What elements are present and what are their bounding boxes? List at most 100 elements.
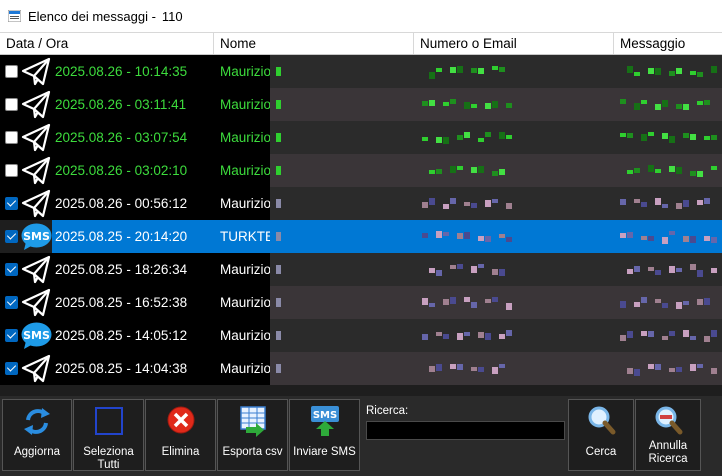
redacted-pixel xyxy=(697,171,703,177)
column-header-date[interactable]: Data / Ora xyxy=(0,33,214,54)
redacted-pixel xyxy=(655,364,661,370)
table-row[interactable]: 2025.08.25 - 14:04:38 Maurizio xyxy=(0,352,722,385)
redacted-pixel xyxy=(683,301,689,305)
redacted-pixel xyxy=(492,101,498,108)
redacted-pixel xyxy=(276,199,281,208)
redacted-pixel xyxy=(478,166,484,173)
redacted-pixel xyxy=(457,333,463,340)
redacted-pixel xyxy=(478,332,484,338)
redacted-pixel xyxy=(655,299,661,303)
table-row[interactable]: 2025.08.25 - 16:52:38 Maurizio xyxy=(0,286,722,319)
row-checkbox[interactable] xyxy=(5,362,18,375)
export-csv-label: Esporta csv xyxy=(222,446,283,458)
column-header-number[interactable]: Numero o Email xyxy=(414,33,614,54)
redacted-pixel xyxy=(683,200,689,207)
row-checkbox[interactable] xyxy=(5,329,18,342)
column-header-message[interactable]: Messaggio xyxy=(614,33,722,54)
redacted-pixel xyxy=(620,301,626,308)
redacted-pixel xyxy=(499,364,505,368)
redacted-pixel xyxy=(499,334,505,339)
row-name: Maurizio xyxy=(220,262,270,277)
table-row[interactable]: 2025.08.26 - 00:56:12 Maurizio xyxy=(0,187,722,220)
redacted-pixel xyxy=(478,367,484,372)
row-checkbox[interactable] xyxy=(5,164,18,177)
redacted-pixel xyxy=(634,266,640,272)
refresh-button[interactable]: Aggiorna xyxy=(2,399,72,471)
export-csv-button[interactable]: Esporta csv xyxy=(217,399,288,471)
telegram-icon xyxy=(21,189,51,218)
redacted-pixel xyxy=(641,134,647,141)
redacted-pixel xyxy=(648,68,654,74)
redacted-pixel xyxy=(276,298,281,307)
redacted-pixel xyxy=(627,269,633,274)
redacted-pixel xyxy=(436,169,442,174)
select-all-label: Seleziona Tutti xyxy=(83,446,134,471)
redacted-pixel xyxy=(499,269,505,276)
table-row[interactable]: SMS 2025.08.25 - 14:05:12 Maurizio xyxy=(0,319,722,352)
redacted-pixel xyxy=(683,330,689,337)
redacted-pixel xyxy=(676,367,682,372)
redacted-pixel xyxy=(620,233,626,238)
redacted-pixel xyxy=(690,134,696,140)
row-checkbox[interactable] xyxy=(5,263,18,276)
table-row[interactable]: SMS 2025.08.25 - 20:14:20 TURKTE xyxy=(0,220,722,253)
svg-text:SMS: SMS xyxy=(23,230,50,243)
redacted-pixel xyxy=(492,269,498,275)
row-checkbox[interactable] xyxy=(5,65,18,78)
redacted-pixel xyxy=(620,99,626,104)
row-checkbox[interactable] xyxy=(5,296,18,309)
redacted-pixel xyxy=(436,364,442,371)
table-row[interactable]: 2025.08.26 - 10:14:35 Maurizio xyxy=(0,55,722,88)
redacted-pixel xyxy=(634,302,640,307)
redacted-pixel xyxy=(641,331,647,336)
redacted-pixel xyxy=(704,136,710,140)
column-header-name[interactable]: Nome xyxy=(214,33,414,54)
redacted-pixel xyxy=(676,104,682,109)
row-name: Maurizio xyxy=(220,328,270,343)
cancel-search-button[interactable]: Annulla Ricerca xyxy=(635,399,701,471)
redacted-pixel xyxy=(464,202,470,206)
redacted-pixel xyxy=(499,169,505,175)
redacted-pixel xyxy=(429,198,435,205)
table-row[interactable]: 2025.08.26 - 03:11:41 Maurizio xyxy=(0,88,722,121)
redacted-pixel xyxy=(648,331,654,337)
redacted-pixel xyxy=(711,268,717,273)
redacted-pixel xyxy=(690,264,696,270)
row-right-cell xyxy=(270,319,722,352)
cancel-search-label-1: Annulla xyxy=(648,440,688,452)
magnifier-cancel-icon xyxy=(655,406,683,435)
table-row[interactable]: 2025.08.26 - 03:07:54 Maurizio xyxy=(0,121,722,154)
table-row[interactable]: 2025.08.26 - 03:02:10 Maurizio xyxy=(0,154,722,187)
search-input[interactable] xyxy=(366,421,565,440)
redacted-pixel xyxy=(655,104,661,110)
row-checkbox[interactable] xyxy=(5,131,18,144)
redacted-pixel xyxy=(422,202,428,208)
redacted-pixel xyxy=(690,171,696,176)
table-row[interactable]: 2025.08.25 - 18:26:34 Maurizio xyxy=(0,253,722,286)
redacted-pixel xyxy=(450,99,456,104)
redacted-pixel xyxy=(655,68,661,75)
search-button[interactable]: Cerca xyxy=(568,399,634,471)
message-list[interactable]: 2025.08.26 - 10:14:35 Maurizio 2025.08.26 … xyxy=(0,55,722,395)
send-sms-button[interactable]: SMS Inviare SMS xyxy=(289,399,360,471)
delete-button[interactable]: Elimina xyxy=(145,399,216,471)
redacted-pixel xyxy=(676,302,682,309)
row-checkbox[interactable] xyxy=(5,197,18,210)
row-checkbox[interactable] xyxy=(5,230,18,243)
row-checkbox[interactable] xyxy=(5,98,18,111)
redacted-pixel xyxy=(471,203,477,208)
redacted-pixel xyxy=(506,237,512,242)
redacted-pixel xyxy=(499,234,505,238)
select-all-button[interactable]: Seleziona Tutti xyxy=(73,399,144,471)
send-sms-label: Inviare SMS xyxy=(293,446,356,458)
row-date: 2025.08.26 - 03:07:54 xyxy=(55,130,188,145)
redacted-pixel xyxy=(620,199,626,205)
delete-icon xyxy=(167,406,194,434)
redacted-pixel xyxy=(634,168,640,173)
telegram-icon xyxy=(21,57,51,86)
redacted-pixel xyxy=(478,264,484,268)
checkbox-empty-icon xyxy=(94,407,123,435)
redacted-pixel xyxy=(697,72,703,77)
redacted-pixel xyxy=(443,137,449,144)
svg-text:SMS: SMS xyxy=(312,410,336,421)
